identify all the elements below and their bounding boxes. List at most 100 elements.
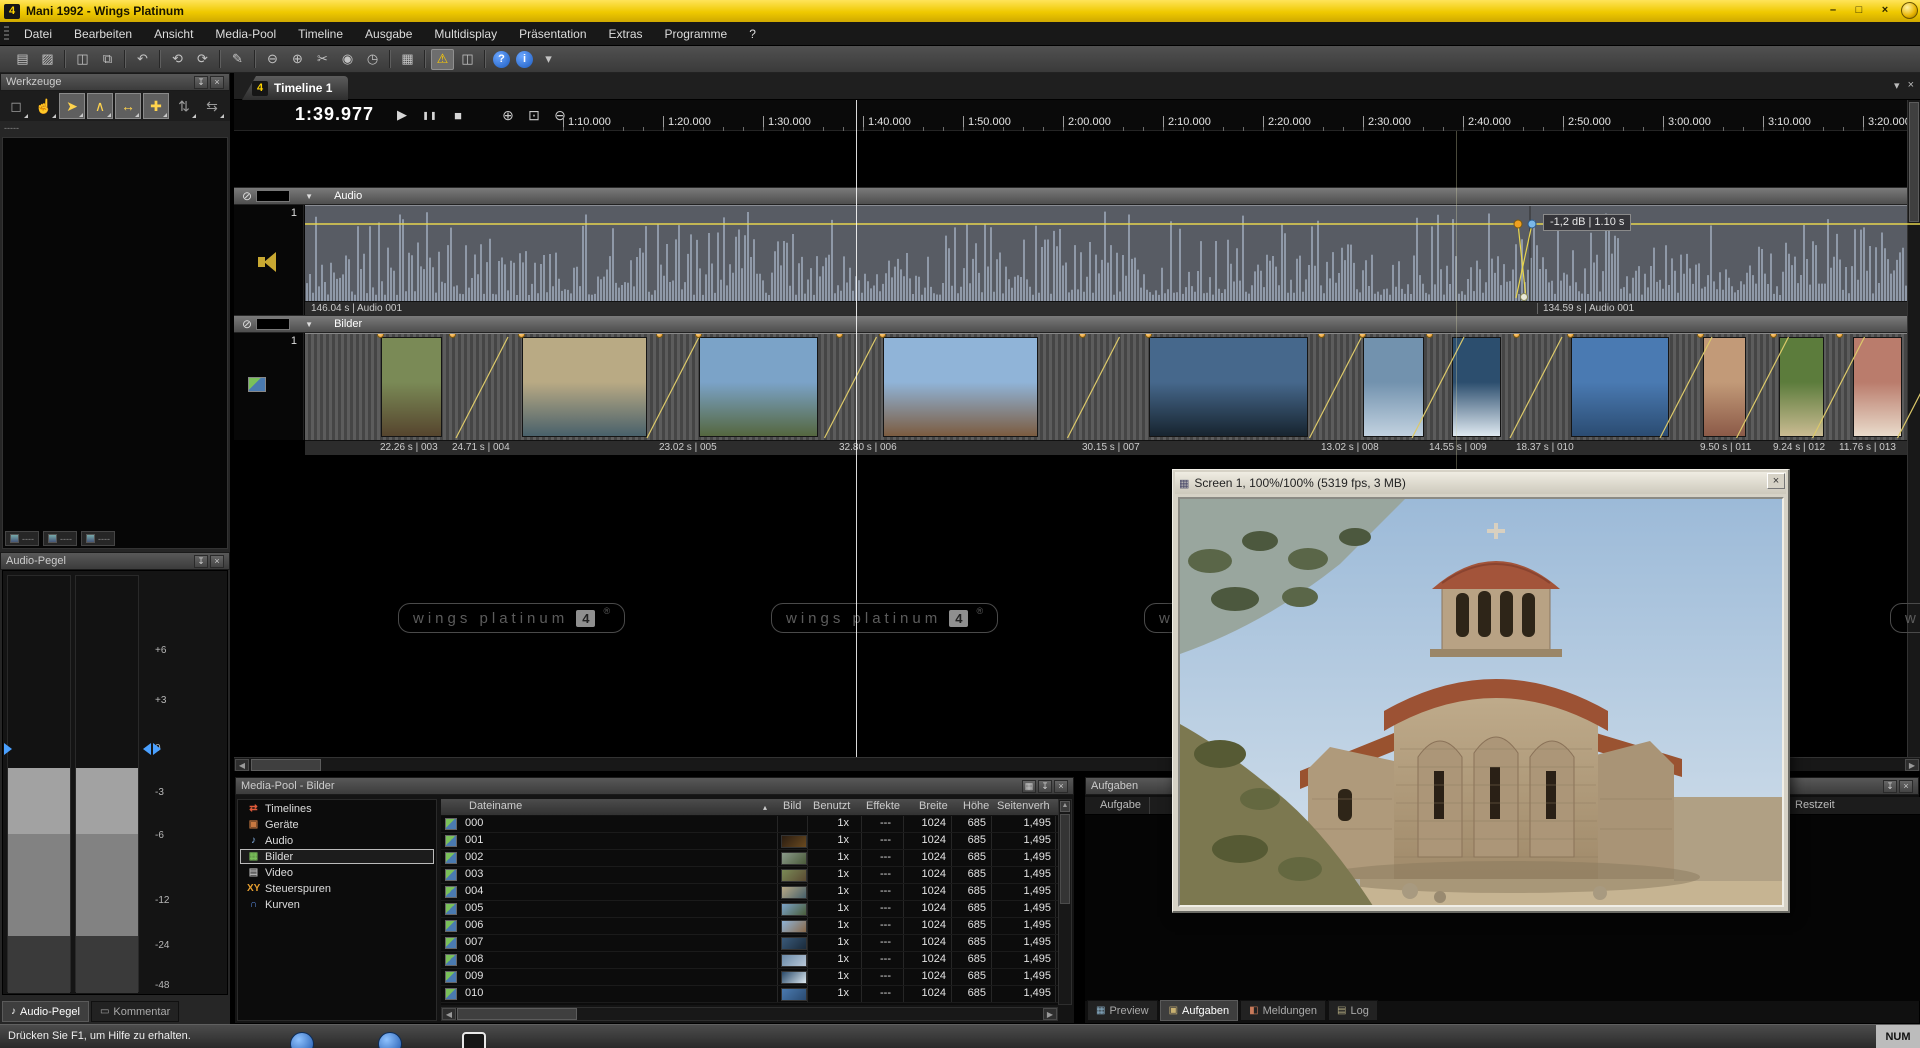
column-header-breite[interactable]: Breite [919, 800, 948, 812]
bilder-track-header[interactable]: ⊘ ▼ Bilder [234, 315, 1920, 333]
scroll-up-icon[interactable]: ▲ [1060, 801, 1070, 812]
close-icon[interactable]: × [1054, 780, 1068, 793]
record-icon[interactable]: ◉ [336, 49, 359, 70]
pin-icon[interactable]: ↧ [1038, 780, 1052, 793]
bilder-clips[interactable] [305, 333, 1920, 440]
audio-clip[interactable]: -1,2 dB | 1.10 s [305, 205, 1920, 301]
menu-multidisplay[interactable]: Multidisplay [423, 23, 508, 45]
pin-icon[interactable]: ↧ [194, 76, 208, 89]
tree-item-bilder[interactable]: ▦Bilder [240, 849, 434, 864]
bilder-track-controls[interactable]: 1 [234, 333, 304, 440]
meter-marker-left-icon[interactable] [4, 743, 12, 755]
menu-ausgabe[interactable]: Ausgabe [354, 23, 423, 45]
time-ruler[interactable]: 1:10.0001:20.0001:30.0001:40.0001:50.000… [234, 100, 1920, 131]
audio-track-header[interactable]: ⊘ ▼ Audio [234, 187, 1920, 205]
tree-item-video[interactable]: ▤Video [240, 865, 434, 880]
h-scroll-thumb[interactable] [457, 1008, 577, 1020]
table-row[interactable]: 0021x---10246851,495 [441, 850, 1058, 867]
tree-item-steuerspuren[interactable]: XYSteuerspuren [240, 881, 434, 896]
pin-icon[interactable]: ↧ [1883, 780, 1897, 793]
toolbar-overflow-icon[interactable]: ▾ [537, 49, 560, 70]
audio-track-controls[interactable]: 1 [234, 205, 304, 315]
save-icon[interactable]: ◫ [71, 49, 94, 70]
close-button[interactable]: × [1876, 2, 1894, 18]
menu-extras[interactable]: Extras [598, 23, 654, 45]
chevron-down-icon[interactable]: ▼ [298, 192, 320, 201]
tab-close-icon[interactable]: × [1908, 79, 1914, 92]
table-row[interactable]: 0091x---10246851,495 [441, 969, 1058, 986]
add-icon[interactable]: ⊕ [286, 49, 309, 70]
stretch-tool[interactable]: ↔ [115, 93, 141, 119]
cut-icon[interactable]: ✂ [311, 49, 334, 70]
menu-media-pool[interactable]: Media-Pool [204, 23, 287, 45]
menu-pr-sentation[interactable]: Präsentation [508, 23, 597, 45]
cursor-tool[interactable]: ➤ [59, 93, 85, 119]
new-project-icon[interactable]: ▤ [11, 49, 34, 70]
tab-dropdown-icon[interactable]: ▾ [1894, 79, 1900, 92]
undo-icon[interactable]: ↶ [131, 49, 154, 70]
mini-button[interactable]: ---- [81, 531, 115, 546]
maximize-button[interactable]: □ [1850, 2, 1868, 18]
v-scroll-thumb[interactable] [1909, 102, 1919, 222]
mute-icon[interactable]: ⊘ [242, 189, 252, 203]
mini-button[interactable]: ---- [5, 531, 39, 546]
screen-preview-window[interactable]: ▦ Screen 1, 100%/100% (5319 fps, 3 MB) × [1172, 469, 1790, 913]
track-color-box[interactable] [256, 190, 290, 202]
close-icon[interactable]: × [1899, 780, 1913, 793]
menu-bearbeiten[interactable]: Bearbeiten [63, 23, 143, 45]
tree-item-audio[interactable]: ♪Audio [240, 833, 434, 848]
table-row[interactable]: 0031x---10246851,495 [441, 867, 1058, 884]
help-icon[interactable]: ? [493, 51, 510, 68]
rotate-right-icon[interactable]: ⟳ [191, 49, 214, 70]
h-scroll-thumb[interactable] [251, 759, 321, 771]
grid-icon[interactable]: ▦ [1022, 780, 1036, 793]
tree-item-timelines[interactable]: ⇄Timelines [240, 801, 434, 816]
mini-button[interactable]: ---- [43, 531, 77, 546]
tree-item-geräte[interactable]: ▣Geräte [240, 817, 434, 832]
tab-timeline-1[interactable]: 4 Timeline 1 [242, 76, 348, 100]
spread-tool[interactable]: ⇆ [199, 93, 225, 119]
table-row[interactable]: 0041x---10246851,495 [441, 884, 1058, 901]
tab-audio-pegel[interactable]: ♪Audio-Pegel [2, 1001, 89, 1022]
screen-window-titlebar[interactable]: ▦ Screen 1, 100%/100% (5319 fps, 3 MB) [1175, 472, 1786, 494]
menu-timeline[interactable]: Timeline [287, 23, 354, 45]
scroll-right-icon[interactable]: ▶ [1905, 759, 1919, 771]
screen-window-close-button[interactable]: × [1767, 473, 1785, 489]
tab-aufgaben[interactable]: ▣Aufgaben [1160, 1000, 1239, 1021]
table-row[interactable]: 0081x---10246851,495 [441, 952, 1058, 969]
v-scroll-thumb[interactable] [1060, 814, 1070, 904]
scroll-left-icon[interactable]: ◀ [442, 1008, 456, 1020]
taskbar-app-icon[interactable] [378, 1032, 402, 1048]
warning-icon[interactable]: ⚠ [431, 49, 454, 70]
column-header-effekte[interactable]: Effekte [866, 800, 900, 812]
media-table-header[interactable]: DateinameBildBenutztEffekteBreiteHöheSei… [441, 799, 1058, 816]
table-row[interactable]: 0051x---10246851,495 [441, 901, 1058, 918]
table-row[interactable]: 0001x---10246851,495 [441, 816, 1058, 833]
taskbar-app-icon[interactable] [462, 1032, 486, 1048]
tab-kommentar[interactable]: ▭Kommentar [91, 1001, 179, 1022]
media-table-v-scrollbar[interactable]: ▲ [1058, 799, 1072, 1005]
table-row[interactable]: 0101x---10246851,495 [441, 986, 1058, 1003]
hand-tool[interactable]: ☝ [31, 93, 57, 119]
info-icon[interactable]: i [516, 51, 533, 68]
meter-marker-right1-icon[interactable] [143, 743, 151, 755]
table-row[interactable]: 0011x---10246851,495 [441, 833, 1058, 850]
remove-icon[interactable]: ⊖ [261, 49, 284, 70]
tab-log[interactable]: ▤Log [1328, 1000, 1378, 1021]
bend-tool[interactable]: ∧ [87, 93, 113, 119]
menu-datei[interactable]: Datei [13, 23, 63, 45]
chevron-down-icon[interactable]: ▼ [298, 320, 320, 329]
playhead[interactable] [856, 100, 857, 757]
rotate-left-icon[interactable]: ⟲ [166, 49, 189, 70]
track-color-box[interactable] [256, 318, 290, 330]
column-header-benutzt[interactable]: Benutzt [813, 800, 850, 812]
column-header-höhe[interactable]: Höhe [963, 800, 989, 812]
taskbar-app-icon[interactable] [290, 1032, 314, 1048]
tab-preview[interactable]: ▦Preview [1087, 1000, 1158, 1021]
clock-icon[interactable]: ◷ [361, 49, 384, 70]
media-table-h-scrollbar[interactable]: ◀ ▶ [441, 1007, 1058, 1021]
scroll-right-icon[interactable]: ▶ [1043, 1008, 1057, 1020]
scroll-left-icon[interactable]: ◀ [235, 759, 249, 771]
minimize-button[interactable]: – [1824, 2, 1842, 18]
save-all-icon[interactable]: ⧉ [96, 49, 119, 70]
